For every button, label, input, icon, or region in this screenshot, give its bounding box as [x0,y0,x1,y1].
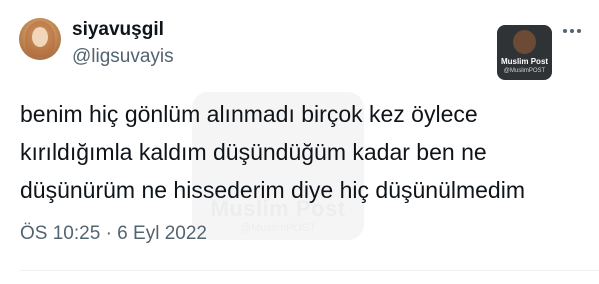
tweet-date[interactable]: 6 Eyl 2022 [117,223,207,244]
badge-portrait [513,30,536,54]
muslim-post-badge: Muslim Post @MuslimPOST [497,25,552,80]
tweet-card: Muslim Post @MuslimPOST siyavuşgil @ligs… [0,0,599,284]
tweet-text: benim hiç gönlüm alınmadı birçok kez öyl… [20,95,590,209]
watermark-subtitle: @MuslimPOST [240,222,316,234]
tweet-line: düşünürüm ne hissederim diye hiç düşünül… [20,177,525,203]
author-display-name[interactable]: siyavuşgil [72,19,164,41]
divider [20,270,599,271]
badge-title: Muslim Post [500,57,549,66]
tweet-meta: ÖS 10:25 · 6 Eyl 2022 [20,223,207,245]
avatar[interactable] [19,18,61,60]
author-handle[interactable]: @ligsuvayis [72,46,174,68]
tweet-time[interactable]: ÖS 10:25 [20,223,100,244]
avatar-face [32,27,48,47]
badge-subtitle: @MuslimPOST [503,68,546,74]
tweet-line: benim hiç gönlüm alınmadı birçok kez öyl… [20,101,478,127]
tweet-line: kırıldığımla kaldım düşündüğüm kadar ben… [20,139,487,165]
meta-separator: · [105,223,112,244]
more-horizontal-icon[interactable] [560,22,584,40]
